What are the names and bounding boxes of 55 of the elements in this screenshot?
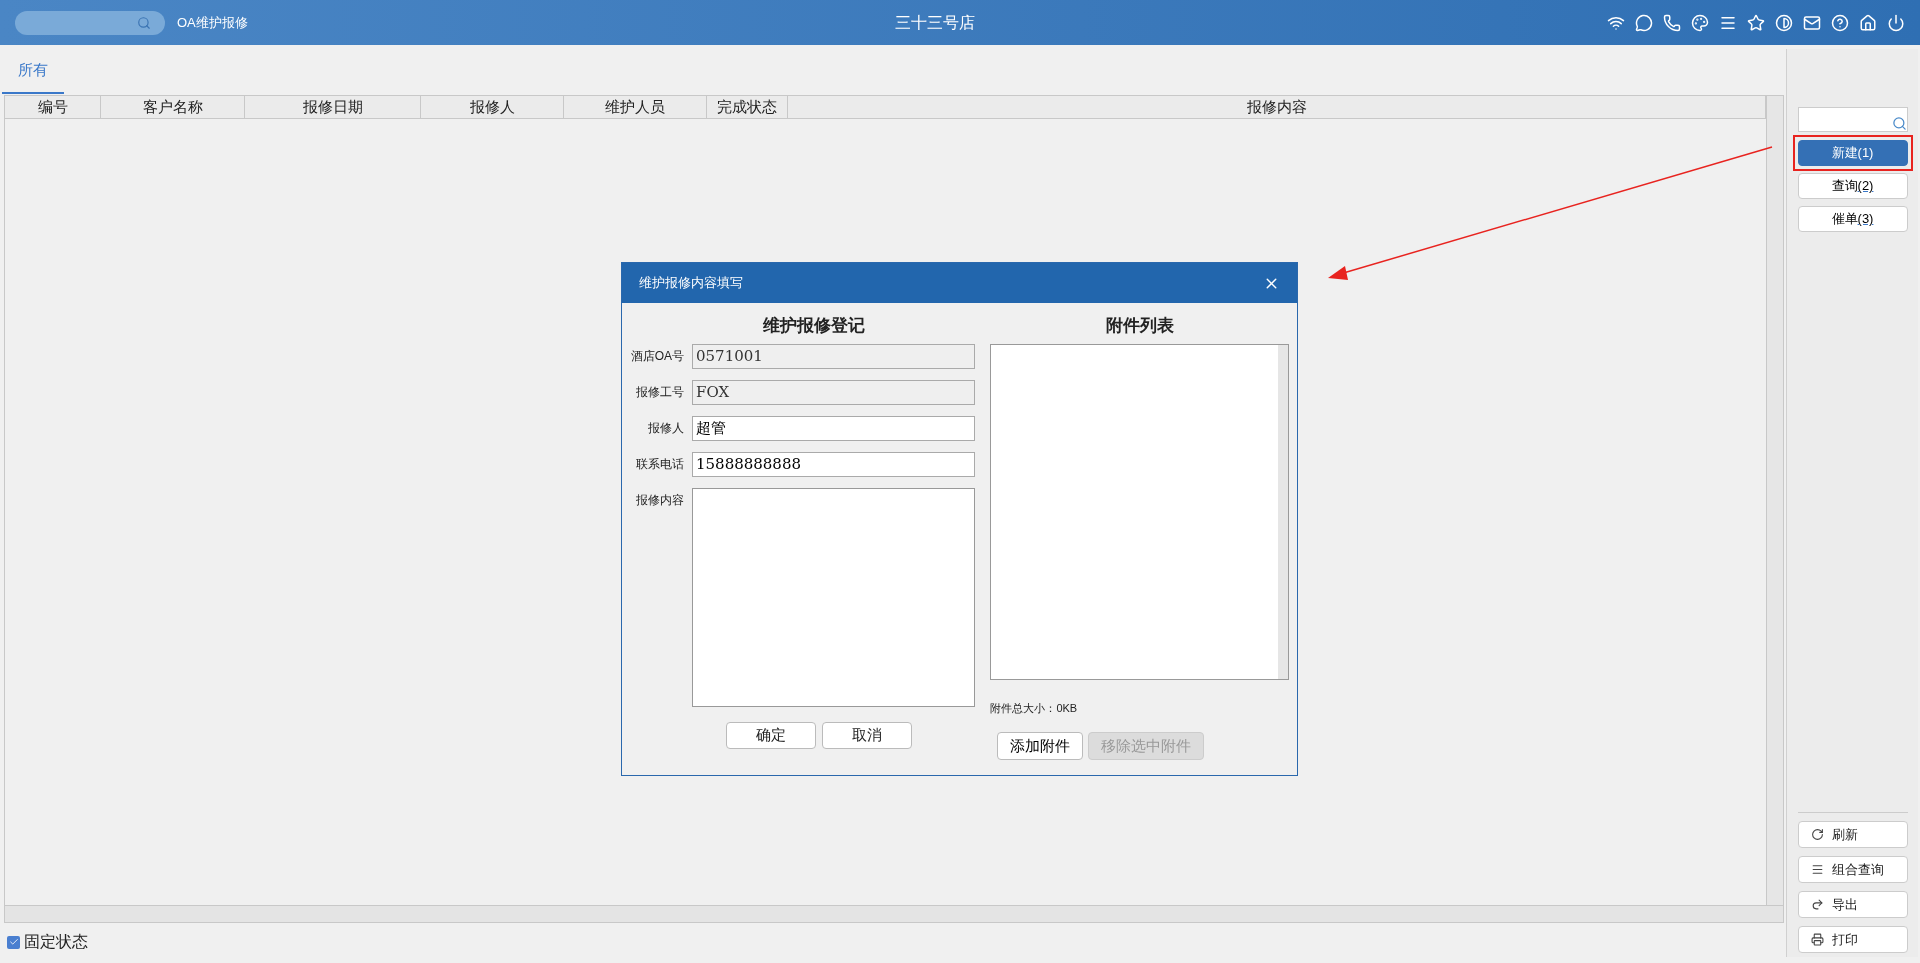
field-label: 联系电话 bbox=[635, 455, 684, 473]
refresh-icon bbox=[1810, 828, 1824, 841]
horizontal-scrollbar[interactable] bbox=[5, 905, 1783, 922]
dialog-button[interactable]: 确定 bbox=[726, 721, 817, 749]
dialog-button[interactable]: 取消 bbox=[822, 721, 913, 749]
field-label: 报修内容 bbox=[635, 491, 684, 509]
list-scrollbar[interactable] bbox=[1278, 344, 1288, 679]
search-field[interactable] bbox=[15, 10, 165, 35]
dialog-title: 维护报修内容填写 bbox=[639, 274, 743, 293]
checkbox[interactable] bbox=[7, 935, 20, 949]
action-button[interactable]: 催单(3) bbox=[1797, 206, 1908, 232]
search-icon bbox=[1891, 116, 1907, 131]
attachment-size: 附件总大小：0KB bbox=[990, 700, 1079, 716]
phone-icon[interactable] bbox=[1663, 13, 1681, 32]
tool-button[interactable]: 组合查询 bbox=[1797, 856, 1908, 883]
input-field[interactable]: 0571001 bbox=[692, 343, 975, 369]
input-field[interactable]: FOX bbox=[692, 379, 975, 405]
palette-icon[interactable] bbox=[1691, 13, 1709, 32]
vertical-scrollbar[interactable] bbox=[1766, 96, 1783, 905]
checkbox-label: 固定状态 bbox=[24, 932, 88, 952]
export-arrow-icon bbox=[1810, 898, 1824, 911]
print-icon bbox=[1810, 933, 1824, 946]
side-search-field[interactable] bbox=[1797, 107, 1908, 132]
column-header[interactable]: 维护人员 bbox=[564, 96, 707, 118]
input-field[interactable]: 15888888888 bbox=[692, 451, 975, 477]
list-icon bbox=[1810, 863, 1824, 876]
mail-icon[interactable] bbox=[1803, 13, 1821, 32]
star-icon[interactable] bbox=[1747, 13, 1765, 32]
action-button[interactable]: 查询(2) bbox=[1797, 173, 1908, 199]
column-header[interactable]: 报修日期 bbox=[245, 96, 421, 118]
textarea-field[interactable] bbox=[692, 487, 975, 707]
home-icon[interactable] bbox=[1859, 13, 1877, 32]
tool-button[interactable]: 导出 bbox=[1797, 891, 1908, 918]
column-header[interactable]: 编号 bbox=[5, 96, 101, 118]
column-header[interactable]: 完成状态 bbox=[707, 96, 788, 118]
power-icon[interactable] bbox=[1887, 13, 1905, 32]
field-label: 报修人 bbox=[647, 419, 684, 437]
input-field[interactable]: 超管 bbox=[692, 415, 975, 441]
search-icon bbox=[137, 15, 151, 30]
section-heading: 附件列表 bbox=[1104, 314, 1175, 337]
field-label: 报修工号 bbox=[635, 383, 684, 401]
store-title: 三十三号店 bbox=[895, 13, 975, 33]
help-icon[interactable] bbox=[1831, 13, 1849, 32]
tool-button[interactable]: 打印 bbox=[1797, 926, 1908, 953]
module-title: OA维护报修 bbox=[177, 13, 248, 32]
check-icon bbox=[8, 937, 19, 947]
action-button[interactable]: 新建(1) bbox=[1797, 140, 1908, 166]
section-heading: 维护报修登记 bbox=[762, 314, 867, 337]
attachment-button[interactable]: 添加附件 bbox=[997, 732, 1084, 760]
chat-icon[interactable] bbox=[1635, 13, 1653, 32]
half-circle-icon[interactable] bbox=[1775, 13, 1793, 32]
field-label: 酒店OA号 bbox=[630, 347, 684, 365]
tool-button[interactable]: 刷新 bbox=[1797, 821, 1908, 848]
column-header[interactable]: 客户名称 bbox=[101, 96, 245, 118]
column-header[interactable]: 报修人 bbox=[421, 96, 564, 118]
